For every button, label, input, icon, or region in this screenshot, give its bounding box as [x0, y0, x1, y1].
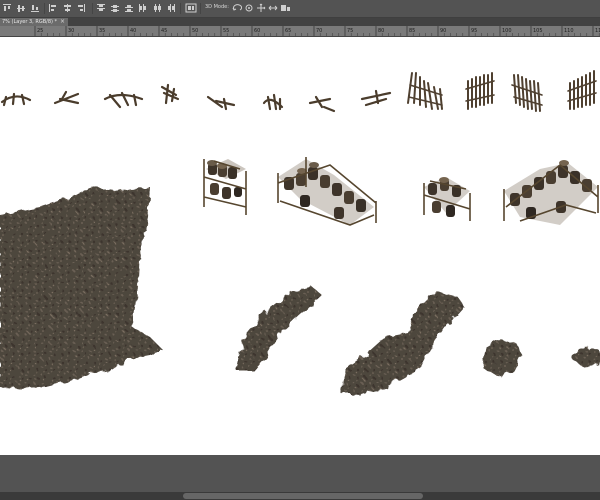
- auto-align-layers-icon[interactable]: [185, 3, 197, 13]
- 3d-slide-icon[interactable]: [268, 3, 278, 13]
- ruler-tick-label: 50: [192, 28, 198, 34]
- barrel-crate-stack: [503, 160, 599, 225]
- document-tab-bar: 7% (Layer 3, RGB/8) * ×: [0, 18, 600, 26]
- ruler-tick-label: 60: [254, 28, 260, 34]
- dirt-patch-large: [0, 187, 162, 389]
- dirt-patch: [340, 291, 464, 395]
- canvas-artwork: [0, 70, 600, 395]
- broken-fence-piece: [160, 83, 180, 105]
- fence-panel: [465, 72, 495, 110]
- broken-fence-piece: [360, 89, 392, 107]
- ruler-tick-label: 40: [130, 28, 136, 34]
- ruler-tick-label: 80: [378, 28, 384, 34]
- ruler-ticks: 25 30 35 40 45 50 55 60 65 70 75 80 85 90 95 100 105 110 1…: [34, 26, 600, 36]
- ruler-tick-label: 65: [285, 28, 291, 34]
- scrollbar-thumb[interactable]: [183, 493, 423, 499]
- align-horizontal-centers-icon[interactable]: [62, 3, 72, 13]
- barrel-crate-stack: [277, 157, 377, 226]
- align-bottom-edges-icon[interactable]: [30, 3, 40, 13]
- 3d-mode-label: 3D Mode:: [205, 4, 229, 10]
- ruler-tick-label: 95: [471, 28, 477, 34]
- 3d-pan-icon[interactable]: [256, 3, 266, 13]
- ruler-tick-label: 90: [440, 28, 446, 34]
- close-icon[interactable]: ×: [60, 18, 65, 26]
- dirt-patch: [482, 339, 522, 377]
- ruler-tick-label: 110: [564, 28, 574, 34]
- broken-fence-piece: [53, 90, 80, 105]
- 3d-roll-icon[interactable]: [244, 3, 254, 13]
- distribute-horizontal-centers-icon[interactable]: [152, 3, 162, 13]
- ruler-tick-label: 75: [347, 28, 353, 34]
- ruler-tick-label: 45: [161, 28, 167, 34]
- ruler-tick-label: 70: [316, 28, 322, 34]
- ruler-tick-label: 105: [533, 28, 543, 34]
- horizontal-scrollbar[interactable]: [0, 492, 600, 500]
- barrel-crate-stack: [203, 159, 247, 215]
- align-right-edges-icon[interactable]: [76, 3, 86, 13]
- ruler-tick-label: 55: [223, 28, 229, 34]
- distribute-left-icon[interactable]: [138, 3, 148, 13]
- ruler-tick-label: 35: [99, 28, 105, 34]
- dirt-patch: [572, 347, 600, 367]
- broken-fence-piece: [103, 91, 144, 109]
- document-tab-title: 7% (Layer 3, RGB/8) *: [2, 19, 58, 25]
- broken-fence-piece: [206, 95, 236, 111]
- fence-panel: [567, 70, 597, 110]
- 3d-scale-icon[interactable]: [280, 3, 292, 13]
- distribute-right-icon[interactable]: [166, 3, 176, 13]
- horizontal-ruler[interactable]: 25 30 35 40 45 50 55 60 65 70 75 80 85 90 95 100 105 110 1…: [0, 26, 600, 37]
- dirt-patch: [236, 287, 322, 371]
- align-top-edges-icon[interactable]: [2, 3, 12, 13]
- broken-fence-piece: [308, 95, 336, 113]
- document-tab[interactable]: 7% (Layer 3, RGB/8) * ×: [0, 18, 68, 26]
- broken-fence-piece: [0, 92, 32, 107]
- ruler-tick-label: 100: [502, 28, 512, 34]
- document-canvas[interactable]: [0, 37, 600, 455]
- distribute-bottom-icon[interactable]: [124, 3, 134, 13]
- align-vertical-centers-icon[interactable]: [16, 3, 26, 13]
- broken-fence-piece: [262, 93, 284, 111]
- ruler-tick-label: 115: [595, 28, 600, 34]
- ruler-tick-label: 30: [68, 28, 74, 34]
- fence-panel: [407, 72, 443, 110]
- status-area: [0, 455, 600, 492]
- barrel-crate-stack: [423, 177, 471, 221]
- options-bar: 3D Mode:: [0, 0, 600, 18]
- fence-panel: [511, 74, 543, 112]
- distribute-top-icon[interactable]: [96, 3, 106, 13]
- 3d-rotate-icon[interactable]: [232, 3, 242, 13]
- distribute-vertical-centers-icon[interactable]: [110, 3, 120, 13]
- align-left-edges-icon[interactable]: [48, 3, 58, 13]
- ruler-tick-label: 85: [409, 28, 415, 34]
- ruler-tick-label: 25: [37, 28, 43, 34]
